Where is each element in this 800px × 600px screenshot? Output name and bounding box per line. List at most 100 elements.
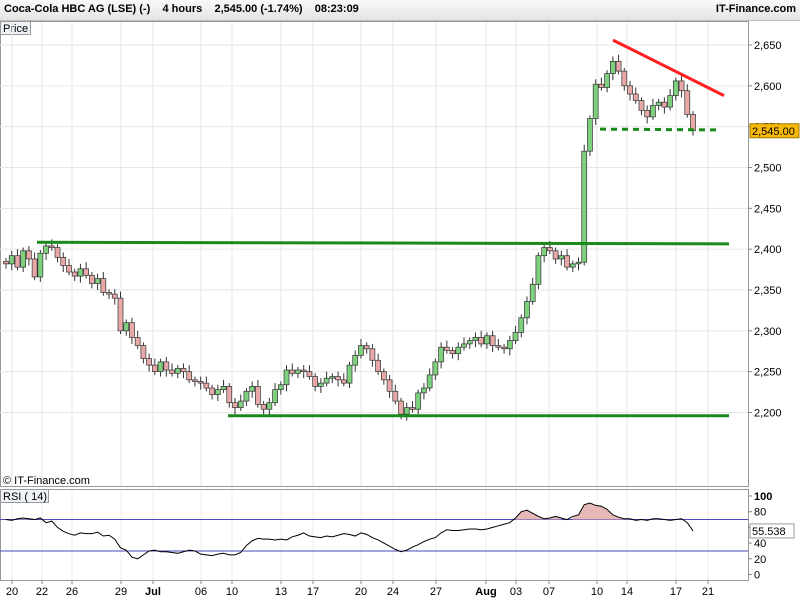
- candle-down: [449, 350, 456, 355]
- candle-down: [129, 322, 135, 338]
- candle-up: [609, 60, 616, 74]
- candle-down: [289, 369, 296, 374]
- candle-down: [89, 274, 95, 284]
- candle-up: [37, 252, 44, 278]
- candle-up: [277, 384, 284, 390]
- candle-down: [180, 368, 187, 373]
- x-tick-label: 20: [6, 586, 18, 598]
- candle-up: [461, 343, 467, 348]
- watermark: © IT-Finance.com: [3, 475, 90, 487]
- candle-down: [71, 271, 78, 277]
- rsi-panel-frame: [0, 489, 749, 581]
- candle-up: [541, 247, 548, 257]
- candle-up: [472, 337, 479, 341]
- price-panel-label: Price: [3, 23, 28, 35]
- x-tick-label: 20: [355, 586, 367, 598]
- candle-up: [358, 345, 364, 356]
- x-tick-label: 17: [670, 586, 682, 598]
- candle-up: [524, 301, 530, 319]
- candle-up: [249, 386, 256, 392]
- candle-down: [169, 369, 175, 374]
- candle-up: [295, 369, 301, 374]
- candle-up: [455, 346, 462, 355]
- candle-up: [604, 73, 610, 88]
- x-tick-label: 22: [36, 586, 48, 598]
- candle-down: [638, 100, 645, 111]
- candle-down: [598, 83, 605, 88]
- candle-up: [20, 250, 27, 268]
- candle-up: [426, 374, 433, 389]
- candle-down: [495, 345, 502, 348]
- candle-up: [8, 255, 15, 265]
- candle-up: [318, 382, 324, 387]
- candle-down: [300, 369, 307, 373]
- y-tick-label: 2,450: [754, 203, 782, 215]
- x-tick-label: Jul: [145, 586, 161, 598]
- y-tick-label: 2,400: [754, 244, 782, 256]
- x-tick-label: 24: [387, 586, 399, 598]
- rsi-current-label: 55.538: [752, 526, 786, 538]
- candle-down: [392, 390, 399, 402]
- x-tick-label: 10: [591, 586, 603, 598]
- y-tick-label: 2,650: [754, 40, 782, 52]
- candle-down: [386, 379, 393, 392]
- candle-up: [672, 80, 679, 96]
- candle-down: [146, 358, 152, 366]
- candle-up: [123, 322, 130, 332]
- candle-down: [335, 376, 341, 381]
- candle-down: [226, 386, 233, 404]
- y-tick-label: 2,300: [754, 326, 782, 338]
- candle-up: [650, 105, 656, 118]
- candle-up: [329, 376, 336, 379]
- candle-up: [592, 83, 599, 119]
- candle-up: [272, 389, 278, 404]
- candle-up: [283, 369, 290, 386]
- candle-up: [558, 255, 565, 260]
- candle-down: [489, 335, 496, 346]
- candle-down: [117, 297, 124, 332]
- candle-down: [644, 109, 651, 118]
- candle-down: [260, 403, 267, 410]
- candle-down: [552, 250, 559, 260]
- candle-up: [655, 101, 662, 106]
- candle-up: [243, 390, 250, 402]
- candle-down: [152, 364, 158, 373]
- current-price-label: 2,545.00: [752, 126, 795, 138]
- candle-down: [83, 268, 90, 276]
- candle-down: [100, 278, 107, 293]
- y-tick-label: 2,350: [754, 285, 782, 297]
- x-tick-label: 26: [66, 586, 78, 598]
- x-tick-label: Aug: [475, 586, 496, 598]
- rsi-y-tick-label: 0: [754, 570, 760, 582]
- candle-down: [111, 293, 118, 299]
- candle-down: [621, 70, 628, 87]
- candle-down: [203, 382, 210, 389]
- candle-down: [192, 379, 198, 382]
- candle-up: [214, 389, 221, 395]
- candle-up: [415, 392, 422, 410]
- candle-down: [134, 337, 141, 346]
- candle-up: [77, 268, 84, 277]
- candle-up: [587, 118, 593, 152]
- candle-up: [237, 400, 244, 408]
- candle-up: [174, 368, 181, 374]
- candle-up: [506, 340, 513, 350]
- chart-canvas: Price 20 22 26 29 Jul 06 10 13 17 20 24 27 Aug 03 07 10 1…: [0, 21, 800, 598]
- candle-up: [575, 261, 582, 265]
- candle-down: [306, 371, 313, 377]
- x-tick-label: 03: [510, 586, 522, 598]
- candle-down: [627, 85, 633, 95]
- candle-down: [363, 345, 370, 350]
- candle-down: [163, 361, 170, 371]
- candle-down: [615, 60, 622, 72]
- candle-down: [60, 256, 67, 266]
- candle-down: [209, 387, 215, 395]
- candle-down: [26, 250, 32, 260]
- candle-up: [421, 387, 427, 394]
- candle-up: [266, 402, 273, 410]
- x-tick-label: 14: [621, 586, 633, 598]
- candle-down: [375, 359, 381, 373]
- candle-down: [66, 265, 72, 273]
- y-tick-label: 2,500: [754, 163, 782, 175]
- candle-up: [323, 377, 330, 384]
